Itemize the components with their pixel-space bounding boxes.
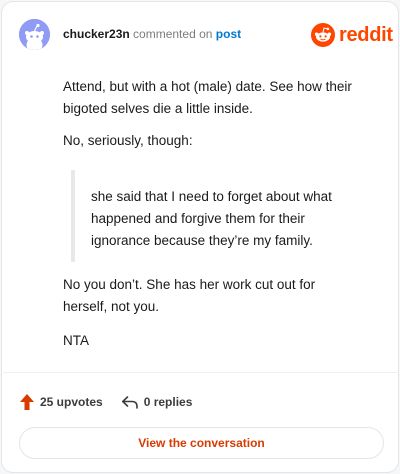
- reddit-wordmark: reddit: [339, 23, 393, 46]
- post-link[interactable]: post: [216, 27, 241, 41]
- snoo-avatar-icon: [19, 19, 50, 50]
- blockquote: she said that I need to forget about wha…: [71, 170, 361, 262]
- quote-text: she said that I need to forget about wha…: [91, 189, 332, 248]
- divider: [3, 372, 399, 373]
- comment-paragraph: No, seriously, though:: [63, 133, 193, 148]
- action-text: commented on: [133, 27, 213, 41]
- avatar[interactable]: [19, 19, 50, 50]
- comment-header: chucker23n commented on post: [63, 27, 241, 41]
- view-conversation-button[interactable]: View the conversation: [19, 427, 384, 459]
- comment-card: chucker23n commented on post reddit Atte…: [1, 1, 399, 473]
- upvotes-stat[interactable]: 25 upvotes: [19, 393, 103, 411]
- upvote-arrow-icon: [20, 394, 34, 410]
- reddit-logo-icon: [311, 23, 335, 47]
- reply-arrow-icon: [121, 396, 138, 409]
- comment-paragraph: NTA: [63, 333, 89, 348]
- replies-stat[interactable]: 0 replies: [121, 394, 193, 410]
- replies-count: 0 replies: [143, 395, 193, 409]
- username[interactable]: chucker23n: [63, 27, 130, 41]
- comment-paragraph: Attend, but with a hot (male) date. See …: [63, 79, 352, 116]
- comment-stats: 25 upvotes 0 replies: [19, 392, 192, 412]
- upvotes-count: 25 upvotes: [40, 395, 103, 409]
- comment-paragraph: No you don’t. She has her work cut out f…: [63, 277, 316, 314]
- reddit-brand[interactable]: reddit: [311, 22, 393, 48]
